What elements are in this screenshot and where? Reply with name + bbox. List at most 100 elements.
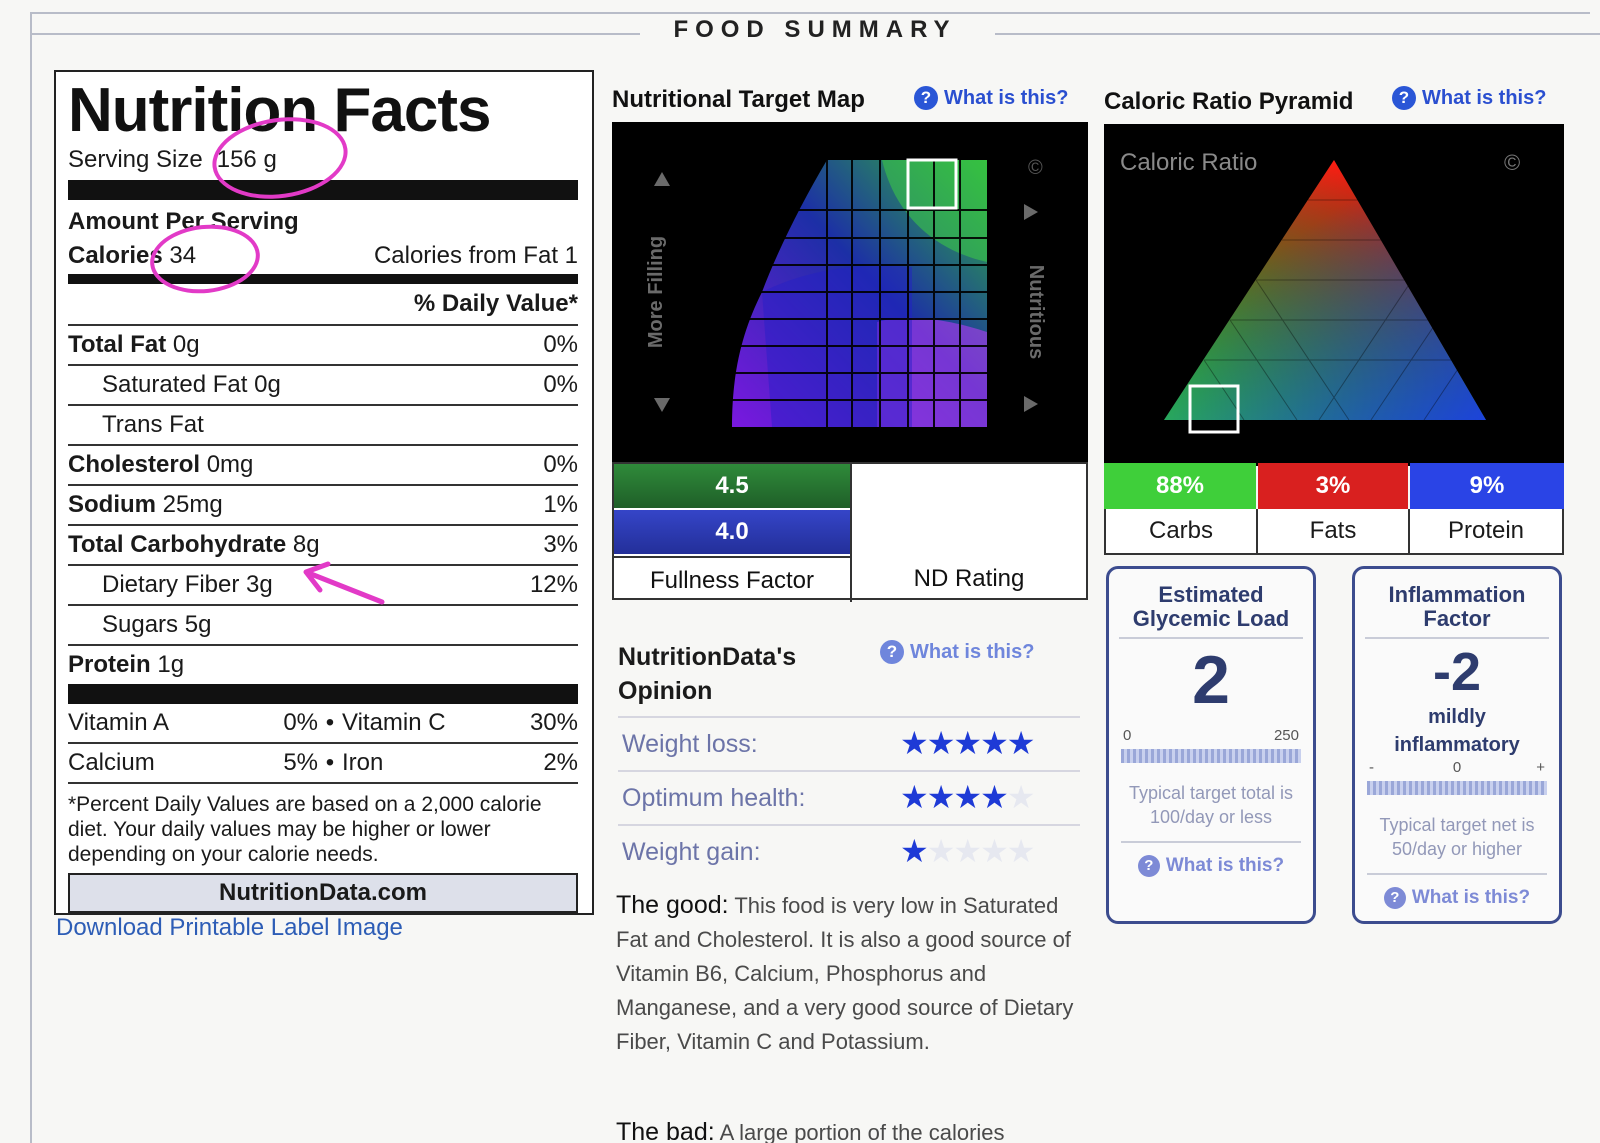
target-map-scores: 4.5 4.0 Fullness Factor ND Rating: [612, 462, 1088, 602]
medium-divider: [68, 274, 578, 284]
nutrient-amount: 3g: [246, 571, 273, 598]
bad-body: A large portion of the calories: [719, 1120, 1005, 1143]
amount-per-serving: Amount Per Serving: [68, 206, 578, 238]
vitamin-dv: 2%: [543, 749, 578, 776]
inflammation-title: Inflammation Factor: [1365, 583, 1549, 639]
opinion-row-optimum-health: Optimum health: ★★★★★: [618, 770, 1080, 822]
star-filled-icon: ★: [953, 725, 982, 761]
nutrient-name: Total Carbohydrate: [68, 531, 287, 558]
star-filled-icon: ★: [900, 833, 929, 869]
help-icon: ?: [1392, 86, 1416, 110]
nutrient-name: Cholesterol: [68, 451, 201, 478]
opinion-label: Optimum health:: [622, 784, 806, 812]
inflammation-scale: - 0 +: [1367, 759, 1547, 799]
pyramid-graphic: Caloric Ratio ©: [1120, 149, 1520, 434]
download-label-link[interactable]: Download Printable Label Image: [56, 914, 403, 942]
help-icon: ?: [880, 640, 904, 664]
glycemic-load-box: Estimated Glycemic Load 2 0 250 Typical …: [1106, 566, 1316, 924]
scale-high: +: [1536, 759, 1545, 776]
glycemic-help-link[interactable]: ? What is this?: [1109, 855, 1313, 877]
inflammation-help-link[interactable]: ? What is this?: [1355, 887, 1559, 909]
opinion-row-weight-gain: Weight gain: ★★★★★: [618, 824, 1080, 876]
nutrient-name: Saturated Fat: [102, 371, 248, 398]
help-label: What is this?: [1411, 887, 1531, 908]
glycemic-title-line1: Estimated: [1158, 582, 1264, 607]
help-label: What is this?: [944, 86, 1069, 109]
annotation-arrow-fiber: [303, 561, 385, 605]
nutrition-facts-label: Nutrition Facts Serving Size 156 g Amoun…: [54, 70, 594, 915]
inflammation-qualifier: mildly inflammatory: [1394, 706, 1520, 756]
star-filled-icon: ★: [926, 779, 956, 815]
scale-mid: 0: [1452, 759, 1462, 776]
star-filled-icon: ★: [1006, 725, 1036, 761]
header-rule-right: [995, 33, 1600, 35]
axis-nutritious: Nutritious: [1025, 265, 1047, 359]
bad-label: The bad:: [616, 1118, 715, 1143]
nutrient-dv: 3%: [543, 531, 578, 558]
scale-track: [1367, 781, 1547, 795]
nutrient-row-cholesterol: Cholesterol 0mg 0%: [68, 446, 578, 486]
opinion-title: NutritionData's Opinion: [618, 640, 796, 708]
nutrient-dv: 0%: [543, 371, 578, 398]
star-filled-icon: ★: [953, 779, 982, 815]
help-icon: ?: [914, 86, 938, 110]
nutrient-name: Total Fat: [68, 331, 167, 358]
pyramid-title: Caloric Ratio Pyramid: [1104, 88, 1354, 115]
vitamin-dv: 5%: [283, 749, 318, 776]
opinion-label: Weight gain:: [622, 838, 761, 866]
bullet: •: [325, 749, 335, 776]
caloric-ratio-pyramid: Caloric Ratio ©: [1104, 124, 1564, 466]
star-empty-icon: ★: [926, 833, 956, 869]
section-title: FOOD SUMMARY: [640, 16, 990, 44]
nutrient-row-sodium: Sodium 25mg 1%: [68, 486, 578, 526]
vitamin-name: Vitamin A: [68, 709, 169, 736]
inflammation-note: Typical target net is 50/day or higher: [1367, 813, 1547, 875]
opinion-help-link[interactable]: ? What is this?: [880, 640, 1034, 664]
ratio-protein-value: 9%: [1410, 463, 1564, 509]
star-filled-icon: ★: [900, 779, 929, 815]
target-map-graphic: More Filling Nutritious ©: [612, 122, 1088, 462]
header-rule-left: [32, 33, 647, 35]
nutrient-amount: 0g: [172, 331, 200, 358]
glycemic-title: Estimated Glycemic Load: [1119, 583, 1303, 639]
vitamin-dv: 30%: [529, 709, 578, 736]
nutrient-dv: 1%: [543, 491, 578, 518]
nutrient-amount: 5g: [184, 611, 212, 638]
target-map-title: Nutritional Target Map: [612, 86, 865, 113]
target-map-help-link[interactable]: ? What is this?: [914, 86, 1068, 110]
calories-row: Calories 34 Calories from Fat 1: [68, 238, 578, 274]
fullness-factor-label: Fullness Factor: [614, 556, 850, 602]
nutrient-name: Protein: [68, 651, 151, 678]
nutrient-row-trans-fat: Trans Fat: [68, 406, 578, 446]
nutrient-dv: 0%: [543, 451, 578, 478]
nutritiondata-brand[interactable]: NutritionData.com: [68, 873, 578, 913]
vitamin-name: Calcium: [68, 749, 155, 776]
help-label: What is this?: [1165, 855, 1285, 876]
pyramid-copyright: ©: [1504, 150, 1520, 175]
vitamin-name: Iron: [342, 749, 384, 776]
pyramid-chart-label: Caloric Ratio: [1120, 149, 1257, 176]
scale-track: [1121, 749, 1301, 763]
nutrient-amount: 0g: [254, 371, 281, 398]
inflammation-title-line2: Factor: [1423, 606, 1491, 631]
rating-stars: ★★★★★: [900, 778, 1036, 816]
help-label: What is this?: [1422, 86, 1547, 109]
nutrient-row-sugars: Sugars 5g: [68, 606, 578, 646]
star-empty-icon: ★: [1006, 779, 1036, 815]
nutrient-row-total-fat: Total Fat 0g 0%: [68, 326, 578, 366]
calories-label: Calories: [68, 242, 163, 269]
daily-value-header-label: % Daily Value*: [413, 290, 578, 317]
rating-stars: ★★★★★: [900, 832, 1035, 870]
nutrient-row-saturated-fat: Saturated Fat 0g 0%: [68, 366, 578, 406]
ratio-fats-label: Fats: [1258, 509, 1410, 553]
thick-divider: [68, 684, 578, 704]
bullet: •: [325, 709, 335, 736]
the-bad-text: The bad: A large portion of the calories: [616, 1118, 1005, 1143]
glycemic-title-line2: Glycemic Load: [1132, 606, 1290, 631]
star-filled-icon: ★: [980, 725, 1009, 761]
star-filled-icon: ★: [980, 779, 1009, 815]
serving-size-label: Serving Size: [68, 146, 203, 173]
nd-score: 4.0: [614, 510, 850, 554]
nutrient-amount: 0mg: [206, 451, 254, 478]
pyramid-help-link[interactable]: ? What is this?: [1392, 86, 1546, 110]
